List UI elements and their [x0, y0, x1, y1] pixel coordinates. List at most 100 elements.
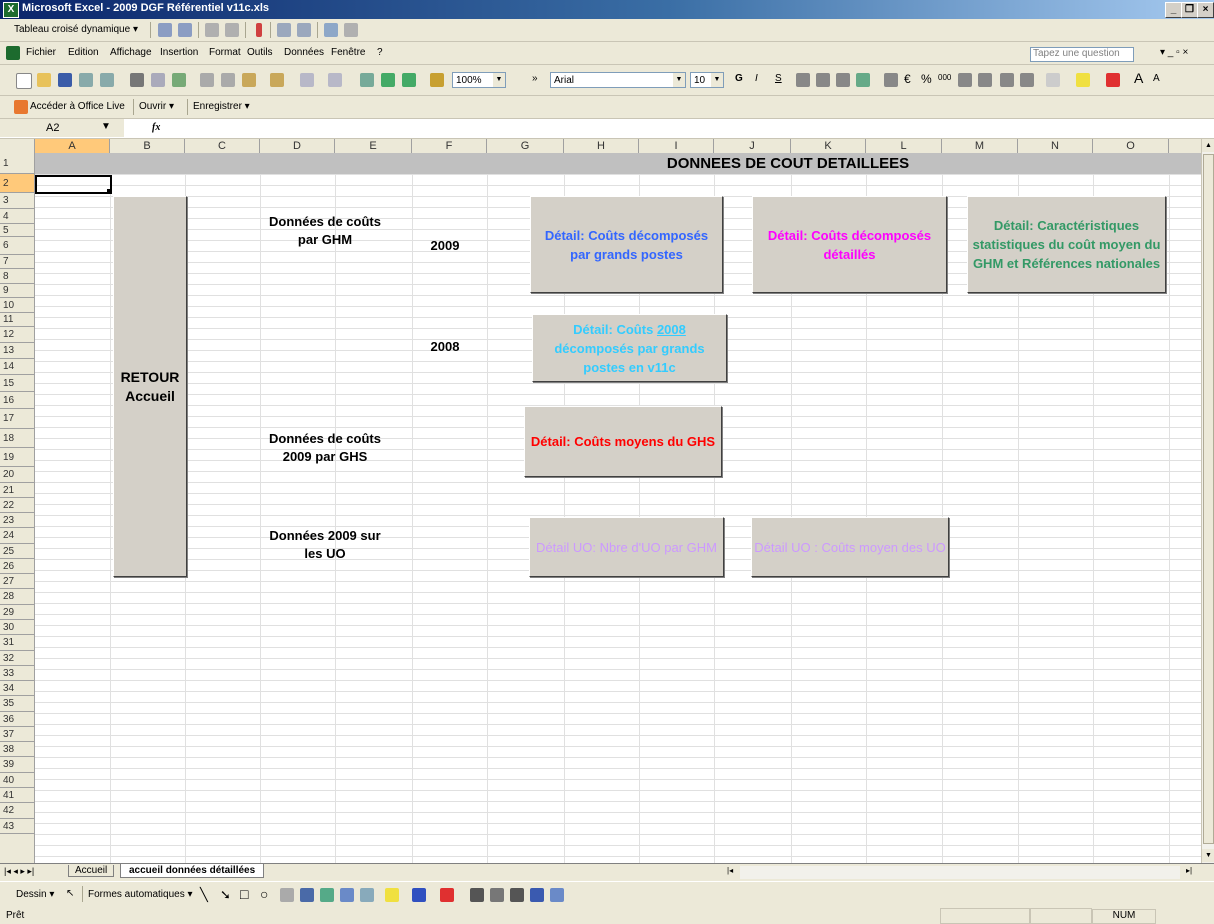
undo-icon[interactable] [300, 73, 314, 87]
font-select[interactable]: Arial ▼ [550, 72, 686, 88]
menu-edition[interactable]: Edition [68, 47, 99, 58]
clipart-icon[interactable] [340, 888, 354, 902]
row-header[interactable]: 38 [0, 742, 34, 757]
print-preview-icon[interactable] [151, 73, 165, 87]
textbox-icon[interactable] [280, 888, 294, 902]
print-icon[interactable] [130, 73, 144, 87]
fill-color-icon[interactable] [1076, 73, 1090, 87]
detail-detailles-button[interactable]: Détail: Coûts décomposés détaillés [752, 196, 947, 293]
toolbar-options-icon[interactable]: » [532, 73, 538, 84]
doc-window-controls[interactable]: ▾ _ ▫ × [1160, 47, 1188, 58]
line-color-icon[interactable] [412, 888, 426, 902]
row-header[interactable]: 10 [0, 298, 34, 313]
italic-icon[interactable]: I [755, 73, 758, 84]
bold-icon[interactable]: G [735, 73, 743, 84]
column-header[interactable]: I [639, 139, 714, 153]
column-header[interactable]: G [487, 139, 564, 153]
worksheet-grid[interactable]: DONNEES DE COUT DETAILLEES RETOUR Accuei… [35, 153, 1201, 863]
column-header[interactable]: N [1018, 139, 1093, 153]
increase-indent-icon[interactable] [1020, 73, 1034, 87]
retour-accueil-button[interactable]: RETOUR Accueil [113, 196, 187, 577]
row-header[interactable]: 2 [0, 174, 34, 193]
diagram-icon[interactable] [320, 888, 334, 902]
thousands-icon[interactable]: 000 [938, 73, 951, 82]
row-header[interactable]: 3 [0, 193, 34, 209]
borders-icon[interactable] [1046, 73, 1060, 87]
rectangle-icon[interactable]: □ [240, 886, 248, 902]
column-header[interactable]: D [260, 139, 335, 153]
grow-font-icon[interactable]: A [1134, 70, 1143, 86]
column-header[interactable]: J [714, 139, 791, 153]
row-header[interactable]: 15 [0, 375, 34, 392]
selected-cell-a2[interactable] [35, 175, 112, 194]
row-header[interactable]: 21 [0, 483, 34, 498]
menu-format[interactable]: Format [209, 47, 241, 58]
percent-icon[interactable]: % [921, 72, 932, 86]
pivot-chart-icon[interactable] [178, 23, 192, 37]
formula-input[interactable] [175, 122, 1205, 136]
row-header[interactable]: 16 [0, 392, 34, 409]
row-header[interactable]: 14 [0, 359, 34, 375]
oval-icon[interactable]: ○ [260, 886, 268, 902]
office-live-open[interactable]: Ouvrir ▾ [139, 101, 174, 112]
detail-caracteristiques-button[interactable]: Détail: Caractéristiques statistiques du… [967, 196, 1166, 293]
font-size-select[interactable]: 10 ▼ [690, 72, 724, 88]
row-header[interactable]: 32 [0, 651, 34, 666]
horizontal-scrollbar[interactable] [740, 866, 1180, 879]
menu-donnees[interactable]: Données [284, 47, 324, 58]
column-header[interactable]: H [564, 139, 639, 153]
vertical-scrollbar[interactable]: ▲ ▼ [1201, 139, 1214, 863]
row-header[interactable]: 20 [0, 467, 34, 483]
row-header[interactable]: 25 [0, 544, 34, 559]
menu-fenetre[interactable]: Fenêtre [331, 47, 365, 58]
column-header[interactable]: L [866, 139, 942, 153]
align-center-icon[interactable] [816, 73, 830, 87]
close-button[interactable]: × [1197, 2, 1214, 18]
shrink-font-icon[interactable]: A [1153, 73, 1160, 84]
tab-accueil-donnees-detaillees[interactable]: accueil données détaillées [120, 864, 265, 878]
show-detail-icon[interactable] [225, 23, 239, 37]
column-header[interactable]: F [412, 139, 487, 153]
column-header[interactable]: O [1093, 139, 1169, 153]
row-header[interactable]: 5 [0, 224, 34, 237]
menu-outils[interactable]: Outils [247, 47, 273, 58]
align-left-icon[interactable] [796, 73, 810, 87]
scroll-up-icon[interactable]: ▲ [1202, 139, 1214, 152]
scroll-thumb[interactable] [1203, 154, 1214, 844]
line-style-icon[interactable] [470, 888, 484, 902]
arrow-style-icon[interactable] [510, 888, 524, 902]
fx-icon[interactable]: fx [152, 122, 160, 133]
row-header[interactable]: 1 [0, 153, 34, 174]
open-icon[interactable] [37, 73, 51, 87]
new-icon[interactable] [16, 73, 32, 89]
column-header[interactable]: A [35, 139, 110, 153]
row-header[interactable]: 36 [0, 712, 34, 727]
include-hidden-icon[interactable] [277, 23, 291, 37]
line-icon[interactable]: ╲ [200, 887, 208, 903]
row-header[interactable]: 42 [0, 803, 34, 819]
3d-icon[interactable] [550, 888, 564, 902]
merge-center-icon[interactable] [856, 73, 870, 87]
restore-button[interactable]: ❐ [1181, 2, 1198, 18]
select-all-corner[interactable] [0, 139, 35, 153]
currency-icon[interactable] [884, 73, 898, 87]
detail-ghs-button[interactable]: Détail: Coûts moyens du GHS [524, 406, 722, 477]
autoshapes-menu[interactable]: Formes automatiques ▾ [88, 889, 193, 900]
row-header[interactable]: 7 [0, 255, 34, 269]
sort-asc-icon[interactable] [381, 73, 395, 87]
refresh-icon[interactable] [256, 23, 262, 37]
row-header[interactable]: 12 [0, 327, 34, 343]
dash-style-icon[interactable] [490, 888, 504, 902]
name-box-dropdown-icon[interactable]: ▼ [101, 121, 111, 132]
help-question-input[interactable]: Tapez une question [1030, 47, 1134, 62]
link-2008[interactable]: 2008 [657, 322, 686, 337]
row-header[interactable]: 33 [0, 666, 34, 681]
office-live-access[interactable]: Accéder à Office Live [30, 101, 125, 112]
row-header[interactable]: 43 [0, 819, 34, 834]
email-icon[interactable] [100, 73, 114, 87]
fill-color-draw-icon[interactable] [385, 888, 399, 902]
field-list-icon[interactable] [344, 23, 358, 37]
row-header[interactable]: 4 [0, 209, 34, 224]
permission-icon[interactable] [79, 73, 93, 87]
zoom-select[interactable]: 100% ▼ [452, 72, 506, 88]
